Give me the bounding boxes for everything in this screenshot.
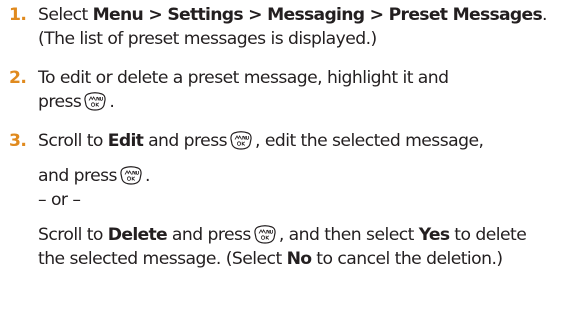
text: , and then select <box>278 225 419 245</box>
text: , edit the selected message, <box>255 131 484 151</box>
text: and press <box>143 131 228 151</box>
menu-ok-key-icon <box>84 92 107 111</box>
text: press <box>38 92 82 112</box>
text: . <box>144 166 150 186</box>
menu-ok-key-icon <box>230 131 252 150</box>
step-number: 2. <box>9 68 27 88</box>
text: to delete <box>449 225 527 245</box>
step-line: To edit or delete a preset message, high… <box>38 68 449 88</box>
text: Scroll to <box>38 131 108 151</box>
option-yes: Yes <box>418 225 450 245</box>
step-line: press. <box>38 90 577 114</box>
step-body: Scroll to Edit and press , edit the selec… <box>38 129 577 271</box>
text: . <box>109 92 115 112</box>
text: Select <box>38 5 93 25</box>
text: and press <box>38 166 117 186</box>
menu-path: Menu > Settings > Messaging > Preset Mes… <box>92 5 543 25</box>
step-line: (The list of preset messages is displaye… <box>38 29 377 49</box>
step-line: and press. <box>38 164 577 188</box>
step-line: Scroll to Delete and press , and then sel… <box>38 223 577 247</box>
step-line: Scroll to Edit and press , edit the selec… <box>38 129 577 153</box>
menu-ok-key-icon <box>120 166 142 185</box>
step-body: To edit or delete a preset message, high… <box>38 66 577 114</box>
step-line: Select Menu > Settings > Messaging > Pre… <box>38 3 577 27</box>
text: the selected message. (Select <box>38 249 287 269</box>
menu-ok-key-icon <box>254 225 276 244</box>
text: . <box>542 5 547 25</box>
text: and press <box>166 225 252 245</box>
text: Scroll to <box>38 225 108 245</box>
menu-item-delete: Delete <box>107 225 168 245</box>
step-number: 1. <box>9 5 27 25</box>
or-separator: – or – <box>38 190 81 210</box>
menu-item-edit: Edit <box>107 131 144 151</box>
step-line: the selected message. (Select No to canc… <box>38 247 577 271</box>
step-number: 3. <box>9 131 27 151</box>
text: to cancel the deletion.) <box>311 249 503 269</box>
option-no: No <box>286 249 312 269</box>
step-body: Select Menu > Settings > Messaging > Pre… <box>38 3 577 51</box>
